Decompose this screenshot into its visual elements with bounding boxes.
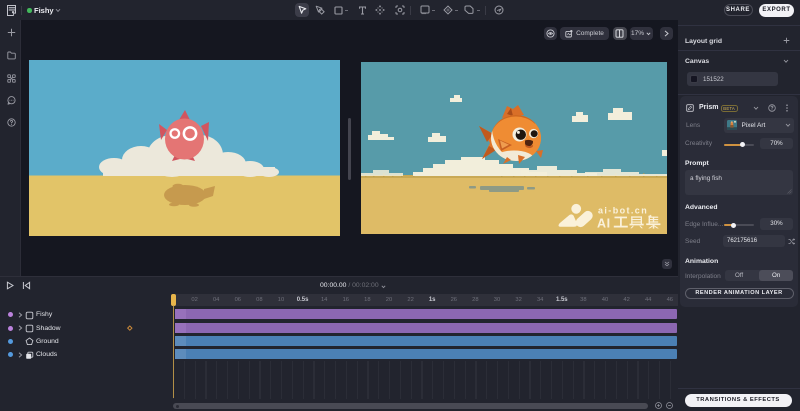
svg-text:ai-bot.cn: ai-bot.cn	[598, 206, 648, 216]
svg-text:AI: AI	[597, 217, 611, 231]
